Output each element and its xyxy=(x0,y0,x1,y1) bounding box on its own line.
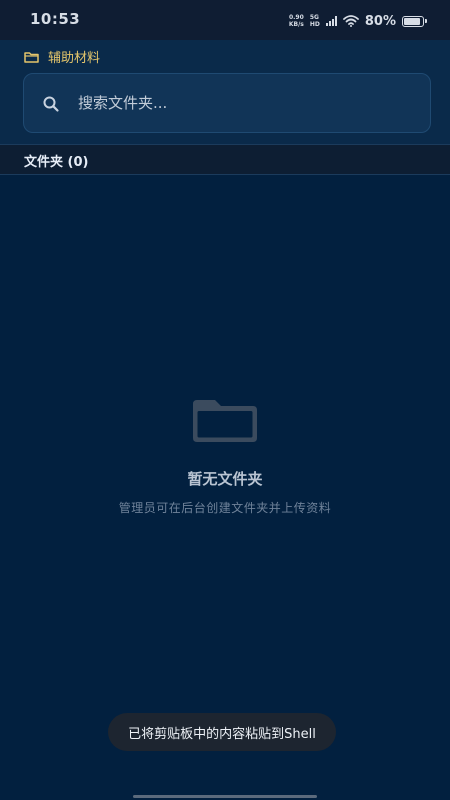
network-speed-value: 0.90 xyxy=(288,14,304,21)
empty-state-subtitle: 管理员可在后台创建文件夹并上传资料 xyxy=(118,501,332,515)
home-indicator[interactable] xyxy=(133,795,317,798)
folder-count-title: 文件夹 (0) xyxy=(24,155,89,170)
network-type: 5G HD xyxy=(310,14,320,28)
signal-strength-icon xyxy=(325,16,337,26)
search-icon xyxy=(43,96,59,112)
breadcrumb-label: 辅助材料 xyxy=(48,51,101,66)
folder-icon xyxy=(24,51,39,63)
search-box[interactable] xyxy=(23,73,431,133)
empty-state: 暂无文件夹 管理员可在后台创建文件夹并上传资料 xyxy=(0,175,450,800)
wifi-icon xyxy=(342,15,359,27)
empty-state-title: 暂无文件夹 xyxy=(187,470,263,488)
network-speed-unit: KB/s xyxy=(288,21,304,28)
battery-percentage: 80% xyxy=(364,13,396,29)
folder-list-header: 文件夹 (0) xyxy=(0,144,450,175)
status-time: 10:53 xyxy=(30,10,81,28)
toast-message: 已将剪贴板中的内容粘贴到Shell xyxy=(108,713,336,751)
status-indicators: 0.90 KB/s 5G HD 80% xyxy=(289,12,427,30)
network-speed: 0.90 KB/s xyxy=(289,14,304,28)
app-screen: 10:53 0.90 KB/s 5G HD 80% 辅助材料 搜索文件夹... … xyxy=(0,0,450,800)
empty-folder-icon xyxy=(193,400,257,442)
network-sub-label: HD xyxy=(309,21,320,28)
toast-text: 已将剪贴板中的内容粘贴到Shell xyxy=(128,726,316,742)
header-area: 辅助材料 xyxy=(0,40,450,144)
network-type-label: 5G xyxy=(309,14,319,21)
status-bar: 10:53 0.90 KB/s 5G HD 80% xyxy=(0,0,450,40)
battery-icon xyxy=(402,15,427,27)
breadcrumb[interactable]: 辅助材料 xyxy=(24,47,100,66)
search-input[interactable] xyxy=(78,88,408,118)
